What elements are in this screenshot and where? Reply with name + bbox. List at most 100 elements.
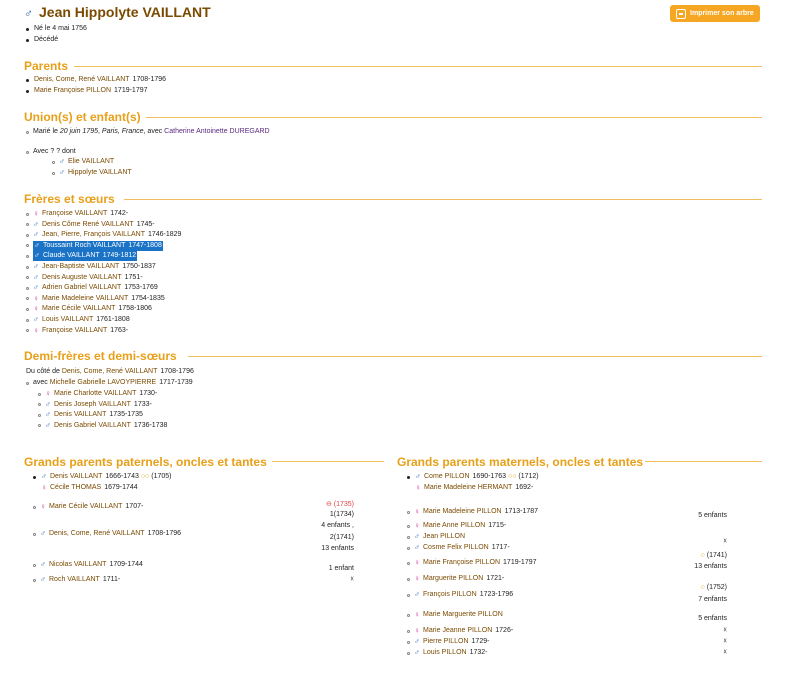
sibling-item[interactable]: ♂ Denis Auguste VAILLANT 1751- bbox=[26, 273, 143, 283]
maternal-item[interactable]: ♀ Marie Marguerite PILLON bbox=[407, 610, 506, 620]
print-icon bbox=[676, 8, 686, 19]
marriage-line: Marié le 20 juin 1795, Paris, France, av… bbox=[26, 127, 270, 137]
female-icon: ♀ bbox=[414, 610, 420, 619]
female-icon: ♀ bbox=[414, 521, 420, 530]
paternal-item-note: 13 enfants bbox=[321, 545, 354, 552]
sibling-item[interactable]: ♂ Jean, Pierre, François VAILLANT 1746-182… bbox=[26, 230, 181, 240]
male-icon: ♂ bbox=[34, 240, 40, 250]
paternal-item[interactable]: ♂ Roch VAILLANT 1711- bbox=[33, 575, 120, 585]
section-divider bbox=[272, 461, 384, 462]
section-divider bbox=[645, 461, 762, 462]
maternal-item-note: ☓ bbox=[723, 538, 727, 545]
maternal-item-note: 13 enfants bbox=[694, 563, 727, 570]
section-title-half-siblings: Demi-frères et demi-sœurs bbox=[24, 349, 177, 363]
maternal-item-note: 7 enfants bbox=[698, 596, 727, 603]
paternal-grandfather[interactable]: ♂ Denis VAILLANT 1666-1743 ○○ (1705) bbox=[33, 472, 171, 482]
sibling-item[interactable]: ♂ Toussaint Roch VAILLANT 1747-1808 bbox=[26, 240, 163, 251]
sibling-item[interactable]: ♂ Louis VAILLANT 1761-1808 bbox=[26, 315, 130, 325]
spouse-link[interactable]: Catherine Antoinette DUREGARD bbox=[164, 127, 269, 137]
female-icon: ♀ bbox=[414, 558, 420, 567]
sibling-item[interactable]: ♀ Françoise VAILLANT 1742- bbox=[26, 209, 128, 219]
section-divider bbox=[188, 356, 762, 357]
male-icon: ♂ bbox=[33, 219, 39, 229]
paternal-item-note: ⊖ (1735) bbox=[325, 501, 354, 508]
female-icon: ♀ bbox=[45, 389, 51, 398]
paternal-item-note: 4 enfants , bbox=[321, 522, 354, 529]
female-icon: ♀ bbox=[414, 574, 420, 583]
sibling-item[interactable]: ♀ Françoise VAILLANT 1763- bbox=[26, 326, 128, 336]
child-item[interactable]: ♂ Hippolyte VAILLANT bbox=[52, 168, 132, 178]
maternal-item[interactable]: ♂ Pierre PILLON 1729- bbox=[407, 637, 489, 647]
female-icon: ♀ bbox=[33, 209, 39, 218]
sibling-item[interactable]: ♂ Denis Côme René VAILLANT 1745- bbox=[26, 220, 155, 230]
male-icon: ♂ bbox=[34, 251, 40, 261]
paternal-item[interactable]: ♀ Marie Cécile VAILLANT 1707- bbox=[33, 502, 143, 512]
section-title-paternal: Grands parents paternels, oncles et tant… bbox=[24, 455, 267, 469]
male-icon: ♂ bbox=[33, 272, 39, 282]
half-sibling-item[interactable]: ♂ Denis VAILLANT 1735-1735 bbox=[38, 410, 143, 420]
paternal-item-note: 2(1741) bbox=[329, 534, 354, 541]
male-icon: ♂ bbox=[45, 399, 51, 409]
female-icon: ♀ bbox=[33, 293, 39, 303]
sibling-item[interactable]: ♂ Adrien Gabriel VAILLANT 1753-1769 bbox=[26, 283, 158, 293]
female-icon: ♀ bbox=[33, 325, 39, 335]
parent-father[interactable]: Denis, Come, René VAILLANT 1708-1796 bbox=[26, 75, 166, 85]
section-title-siblings: Frères et sœurs bbox=[24, 192, 115, 206]
male-icon: ♂ bbox=[414, 532, 420, 541]
paternal-item-note: 1 enfant bbox=[328, 565, 354, 572]
male-icon: ♂ bbox=[414, 543, 420, 552]
paternal-item-note: 1(1734) bbox=[329, 511, 354, 518]
male-icon: ♂ bbox=[414, 590, 420, 599]
half-sibling-item[interactable]: ♀ Marie Charlotte VAILLANT 1730- bbox=[38, 389, 157, 399]
maternal-item[interactable]: ♀ Marie Françoise PILLON 1719-1797 bbox=[407, 558, 537, 568]
female-icon: ♀ bbox=[414, 507, 420, 516]
male-icon: ♂ bbox=[414, 648, 420, 657]
birth-fact: Né le 4 mai 1756 bbox=[26, 24, 87, 34]
female-icon: ♀ bbox=[33, 304, 39, 314]
male-icon: ♂ bbox=[45, 420, 51, 430]
maternal-item[interactable]: ♀ Marguerite PILLON 1721- bbox=[407, 574, 504, 584]
male-icon: ♂ bbox=[33, 230, 39, 240]
maternal-item-note: ☓ bbox=[723, 638, 727, 645]
male-icon: ♂ bbox=[33, 262, 39, 271]
paternal-item[interactable]: ♂ Nicolas VAILLANT 1709-1744 bbox=[33, 560, 143, 570]
sibling-item[interactable]: ♂ Claude VAILLANT 1749-1812 bbox=[26, 251, 138, 262]
maternal-item-note: ☓ bbox=[723, 649, 727, 656]
paternal-item-note: ☓ bbox=[350, 576, 354, 583]
maternal-item[interactable]: ♀ Marie Anne PILLON 1715- bbox=[407, 521, 506, 531]
child-item[interactable]: ♂ Elie VAILLANT bbox=[52, 157, 114, 167]
half-with-line: avec Michelle Gabrielle LAVOYPIERRE 1717-… bbox=[26, 378, 193, 388]
maternal-item[interactable]: ♂ Jean PILLON bbox=[407, 532, 468, 542]
section-divider bbox=[124, 199, 762, 200]
print-tree-button[interactable]: Imprimer son arbre bbox=[670, 5, 760, 22]
male-icon: ♂ bbox=[45, 410, 51, 419]
page-title: ♂ Jean Hippolyte VAILLANT bbox=[24, 4, 211, 20]
maternal-item[interactable]: ♀ Marie Madeleine PILLON 1713-1787 bbox=[407, 507, 538, 517]
maternal-item-note: ☓ bbox=[723, 627, 727, 634]
maternal-item-note: ○ (1752) bbox=[700, 584, 727, 591]
sibling-item[interactable]: ♂ Jean-Baptiste VAILLANT 1750-1837 bbox=[26, 262, 156, 272]
maternal-grandmother[interactable]: ♀ Marie Madeleine HERMANT 1692- bbox=[415, 483, 533, 493]
maternal-item[interactable]: ♂ Louis PILLON 1732- bbox=[407, 648, 488, 658]
maternal-item[interactable]: ♂ François PILLON 1723-1796 bbox=[407, 590, 513, 600]
maternal-grandfather[interactable]: ♂ Come PILLON 1690-1763 ○○ (1712) bbox=[407, 472, 539, 482]
maternal-item[interactable]: ♀ Marie Jeanne PILLON 1726- bbox=[407, 626, 513, 636]
parent-mother[interactable]: Marie Françoise PILLON 1719-1797 bbox=[26, 86, 148, 96]
half-sibling-item[interactable]: ♂ Denis Gabriel VAILLANT 1736-1738 bbox=[38, 421, 167, 431]
section-title-maternal: Grands parents maternels, oncles et tant… bbox=[397, 455, 644, 469]
male-icon: ♂ bbox=[414, 637, 420, 646]
sibling-item[interactable]: ♀ Marie Madeleine VAILLANT 1754-1835 bbox=[26, 294, 165, 304]
maternal-item-note: 5 enfants bbox=[698, 512, 727, 519]
female-icon: ♀ bbox=[414, 626, 420, 635]
male-icon: ♂ bbox=[33, 283, 39, 293]
male-icon: ♂ bbox=[24, 6, 33, 20]
paternal-item[interactable]: ♂ Denis, Come, René VAILLANT 1708-1796 bbox=[33, 529, 181, 539]
section-divider bbox=[146, 117, 762, 118]
maternal-item[interactable]: ♂ Cosme Felix PILLON 1717- bbox=[407, 543, 510, 553]
maternal-item-note: ○ (1741) bbox=[700, 552, 727, 559]
sibling-item[interactable]: ♀ Marie Cécile VAILLANT 1758-1806 bbox=[26, 304, 152, 314]
half-sibling-item[interactable]: ♂ Denis Joseph VAILLANT 1733- bbox=[38, 400, 152, 410]
paternal-grandmother[interactable]: ♀ Cécile THOMAS 1679-1744 bbox=[41, 483, 138, 493]
half-side-line: Du côté de Denis, Come, René VAILLANT 170… bbox=[26, 368, 194, 375]
section-title-parents: Parents bbox=[24, 59, 69, 73]
